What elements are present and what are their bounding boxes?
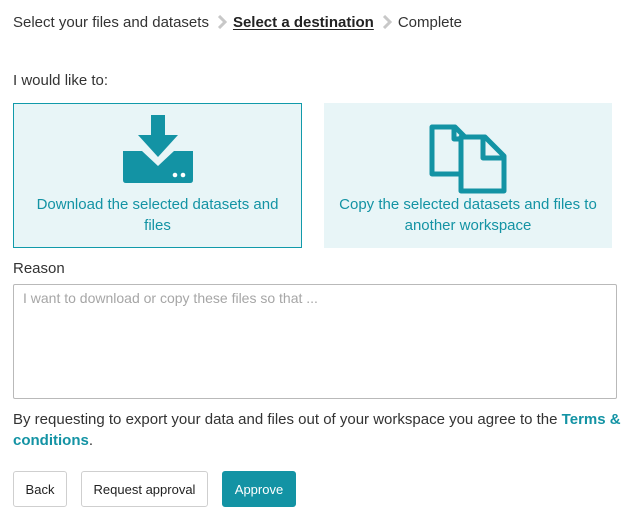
option-prompt: I would like to: bbox=[13, 72, 109, 89]
reason-label: Reason bbox=[13, 260, 65, 277]
request-approval-button[interactable]: Request approval bbox=[81, 471, 208, 507]
chevron-right-icon bbox=[212, 12, 232, 32]
approve-button[interactable]: Approve bbox=[222, 471, 296, 507]
copy-option[interactable]: Copy the selected datasets and files to … bbox=[324, 103, 612, 248]
terms-text: By requesting to export your data and fi… bbox=[13, 411, 562, 428]
breadcrumb-step-complete: Complete bbox=[397, 13, 463, 31]
back-button[interactable]: Back bbox=[13, 471, 67, 507]
copy-files-icon bbox=[429, 124, 507, 194]
download-option-label: Download the selected datasets and files bbox=[36, 196, 279, 234]
reason-textarea[interactable] bbox=[13, 284, 617, 399]
terms-suffix: . bbox=[88, 432, 93, 449]
download-icon bbox=[122, 115, 193, 183]
chevron-right-icon bbox=[377, 12, 397, 32]
copy-option-label: Copy the selected datasets and files to … bbox=[339, 196, 597, 234]
terms-notice: By requesting to export your data and fi… bbox=[13, 409, 628, 451]
breadcrumb: Select your files and datasets Select a … bbox=[13, 12, 462, 32]
download-option[interactable]: Download the selected datasets and files bbox=[13, 103, 302, 248]
breadcrumb-step-destination[interactable]: Select a destination bbox=[233, 14, 374, 31]
breadcrumb-step-files[interactable]: Select your files and datasets bbox=[13, 14, 209, 31]
